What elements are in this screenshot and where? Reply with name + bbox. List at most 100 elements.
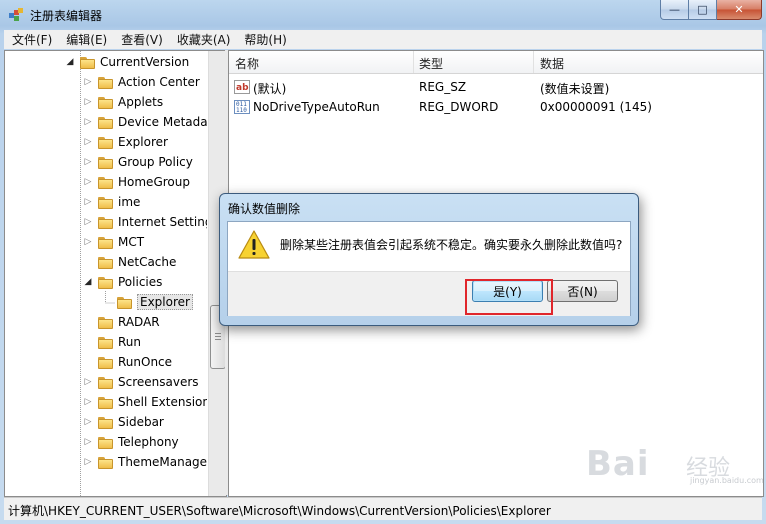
- status-bar: 计算机\HKEY_CURRENT_USER\Software\Microsoft…: [4, 497, 762, 520]
- no-button-label: 否(N): [567, 284, 598, 299]
- status-path: 计算机\HKEY_CURRENT_USER\Software\Microsoft…: [8, 504, 551, 518]
- tree-node[interactable]: ▷ ThemeManage: [83, 452, 207, 472]
- tree-node-currentversion[interactable]: ◢ CurrentVersion: [65, 52, 190, 72]
- svg-text:110: 110: [236, 107, 247, 114]
- expand-arrow-icon[interactable]: ▷: [83, 197, 93, 207]
- no-button[interactable]: 否(N): [547, 280, 618, 302]
- warning-icon: [238, 230, 270, 259]
- tree-node[interactable]: RunOnce: [83, 352, 172, 372]
- folder-icon: [98, 456, 114, 469]
- caption-buttons: — □ ✕: [660, 0, 762, 20]
- registry-editor-window: 注册表编辑器 — □ ✕ 文件(F) 编辑(E) 查看(V) 收藏夹(A) 帮助…: [0, 0, 766, 524]
- tree-node-label: RADAR: [118, 315, 160, 329]
- grip-line: [215, 333, 221, 334]
- tree-node[interactable]: ▷ MCT: [83, 232, 145, 252]
- tree-node[interactable]: ▷ Applets: [83, 92, 164, 112]
- expand-arrow-icon[interactable]: ▷: [83, 177, 93, 187]
- minimize-icon: —: [669, 3, 680, 16]
- tree-node-explorer-selected[interactable]: Explorer: [102, 292, 193, 312]
- expand-arrow-icon[interactable]: ▷: [83, 77, 93, 87]
- expand-arrow-icon[interactable]: ▷: [83, 217, 93, 227]
- folder-icon: [98, 76, 114, 89]
- tree-node[interactable]: NetCache: [83, 252, 176, 272]
- tree-node[interactable]: ▷ Internet Setting: [83, 212, 207, 232]
- grip-line: [215, 336, 221, 337]
- folder-icon: [98, 196, 114, 209]
- expand-arrow-icon[interactable]: ▷: [83, 457, 93, 467]
- folder-icon: [98, 96, 114, 109]
- tree-node-label: Run: [118, 335, 142, 349]
- folder-icon: [98, 356, 114, 369]
- expand-arrow-icon[interactable]: ▷: [83, 157, 93, 167]
- tree-node-label: RunOnce: [118, 355, 173, 369]
- watermark-logo-text: Bai: [586, 444, 650, 484]
- close-icon: ✕: [734, 3, 744, 16]
- tree-node[interactable]: RADAR: [83, 312, 160, 332]
- expand-arrow-icon[interactable]: ▷: [83, 397, 93, 407]
- watermark-url: jingyan.baidu.com: [690, 476, 764, 485]
- maximize-button[interactable]: □: [689, 0, 717, 20]
- binary-value-icon: 011 110: [234, 100, 250, 114]
- folder-icon: [98, 116, 114, 129]
- folder-icon: [98, 156, 114, 169]
- menu-favorites[interactable]: 收藏夹(A): [169, 31, 237, 48]
- tree-node[interactable]: ▷ Telephony: [83, 432, 179, 452]
- tree-node-label: Device Metada: [118, 115, 207, 129]
- menu-file[interactable]: 文件(F): [4, 31, 58, 48]
- tree-node[interactable]: ▷ Explorer: [83, 132, 168, 152]
- list-row[interactable]: 011 110 NoDriveTypeAutoRun REG_DWORD 0x0…: [229, 97, 763, 117]
- column-header-name[interactable]: 名称: [235, 55, 259, 72]
- menu-edit[interactable]: 编辑(E): [58, 31, 113, 48]
- expand-arrow-icon[interactable]: ▷: [83, 117, 93, 127]
- folder-icon: [80, 56, 96, 69]
- menu-view[interactable]: 查看(V): [113, 31, 169, 48]
- tree-node-label: Action Center: [118, 75, 200, 89]
- confirm-delete-dialog: 确认数值删除 删除某些注册表值会引起系统不稳定。确实要永久删除此数值吗? 是(Y…: [219, 193, 639, 326]
- folder-icon: [98, 276, 114, 289]
- expand-arrow-icon[interactable]: ▷: [83, 437, 93, 447]
- folder-icon: [98, 216, 114, 229]
- tree-node[interactable]: ▷ Shell Extension: [83, 392, 207, 412]
- folder-icon: [98, 316, 114, 329]
- tree-node[interactable]: Run: [83, 332, 141, 352]
- registry-tree: ◢ CurrentVersion ▷ Action Center ▷ Apple…: [4, 50, 227, 497]
- column-divider[interactable]: [533, 51, 534, 73]
- tree-node-label: ThemeManage: [118, 455, 207, 469]
- expand-arrow-icon[interactable]: ▷: [83, 137, 93, 147]
- tree-node-policies[interactable]: ◢ Policies: [83, 272, 163, 292]
- list-row[interactable]: ab (默认) REG_SZ (数值未设置): [229, 77, 763, 97]
- menu-help[interactable]: 帮助(H): [236, 31, 292, 48]
- tree-node[interactable]: ▷ Action Center: [83, 72, 200, 92]
- tree-node[interactable]: ▷ Sidebar: [83, 412, 164, 432]
- tree-node[interactable]: ▷ Group Policy: [83, 152, 193, 172]
- folder-icon: [98, 336, 114, 349]
- tree-node[interactable]: ▷ HomeGroup: [83, 172, 190, 192]
- expand-arrow-icon[interactable]: ▷: [83, 417, 93, 427]
- column-header-type[interactable]: 类型: [419, 55, 443, 72]
- value-data: 0x00000091 (145): [540, 100, 652, 114]
- collapse-arrow-icon[interactable]: ◢: [65, 57, 75, 67]
- list-header: 名称 类型 数据: [229, 51, 763, 74]
- regedit-icon: [9, 8, 23, 21]
- expand-arrow-icon[interactable]: ▷: [83, 377, 93, 387]
- tree-node-label: CurrentVersion: [100, 55, 190, 69]
- folder-icon: [98, 436, 114, 449]
- maximize-icon: □: [697, 3, 708, 16]
- expand-arrow-icon[interactable]: ▷: [83, 237, 93, 247]
- column-header-data[interactable]: 数据: [540, 55, 564, 72]
- tree-node-label: MCT: [118, 235, 145, 249]
- title-bar[interactable]: 注册表编辑器 — □ ✕: [0, 0, 766, 30]
- tree-node[interactable]: ▷ ime: [83, 192, 141, 212]
- close-button[interactable]: ✕: [717, 0, 762, 20]
- tree-node[interactable]: ▷ Screensavers: [83, 372, 199, 392]
- tree-node-label: Explorer: [118, 135, 168, 149]
- tree-node[interactable]: ▷ Device Metada: [83, 112, 207, 132]
- tree-node-label: Internet Setting: [118, 215, 207, 229]
- column-divider[interactable]: [413, 51, 414, 73]
- tree-node-label: NetCache: [118, 255, 177, 269]
- folder-icon: [98, 136, 114, 149]
- minimize-button[interactable]: —: [660, 0, 689, 20]
- expand-arrow-icon[interactable]: ▷: [83, 97, 93, 107]
- collapse-arrow-icon[interactable]: ◢: [83, 277, 93, 287]
- menu-bar: 文件(F) 编辑(E) 查看(V) 收藏夹(A) 帮助(H): [4, 30, 762, 49]
